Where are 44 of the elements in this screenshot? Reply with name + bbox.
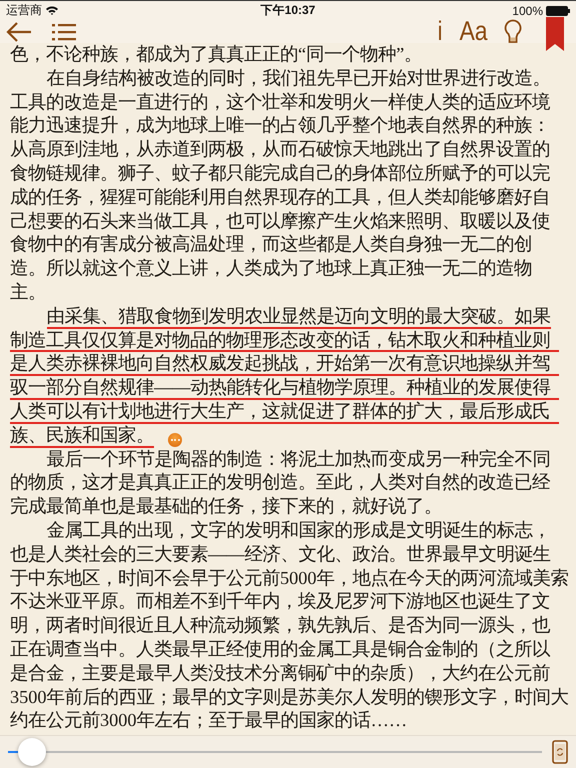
menu-button[interactable] [52,22,76,40]
slider-thumb[interactable] [18,738,46,766]
text-line: 明，两者时间很近且人种流动频繁，孰先孰后、是否为同一源头，也 [10,614,550,638]
text-line: 成的任务，猩猩可能能利用自然界现存的工具，但人类却能够磨好自 [10,186,550,209]
rotation-lock-icon[interactable] [552,740,568,764]
highlighted-line: 族、民族和国家。 [10,424,154,448]
text-line: 工具的改造是一直进行的，这个壮举和发明火一样使人类的适应环境 [10,90,550,114]
highlighted-line: 由采集、猎取食物到发明农业显然是迈向文明的最大突破。如果 [10,304,551,329]
note-icon[interactable] [168,432,182,447]
text-line: 最后一个环节是陶器的制造：将泥土加热而变成另一种完全不同 [46,448,551,471]
font-button[interactable]: Aa [459,20,488,43]
text-line: 金属工具的出现，文字的发明和国家的形成是文明诞生的标志， [46,518,551,542]
battery-icon [546,6,570,16]
text-line: 从高原到洼地，从赤道到两极，从而石破惊天地跳出了自然界设置的 [10,138,550,162]
text-line: 3500年前后的西亚；最早的文字则是苏美尔人发明的锲形文字，时间大 [10,686,569,709]
text-line: 在自身结构被改造的同时，我们祖先早已开始对世界进行改造。 [46,66,551,90]
text-line: 不达米亚平原。而相差不到千年内，埃及尼罗河下游地区也诞生了文 [10,590,550,614]
bookmark-icon[interactable] [546,17,564,51]
highlighted-line: 驭一部分自然规律——动热能转化与植物学原理。种植业的发展使得 [10,376,559,400]
wifi-icon [46,6,58,15]
text-line: 也是人类社会的三大要素——经济、文化、政治。世界最早文明诞生 [10,542,551,566]
text-line: 能力迅速提升，成为地球上唯一的占领几乎整个地表自然界的种族： [10,114,550,138]
back-button[interactable] [6,22,32,42]
clock: 下午10:37 [260,3,316,17]
text-line: 主。 [10,280,46,304]
text-line: 色，不论种族，都成为了真真正正的“同一个物种”。 [10,43,422,66]
highlighted-line: 是人类赤裸裸地向自然权威发起挑战，开始第一次有意识地操纵并驾 [10,352,559,376]
info-button[interactable]: i [438,20,442,43]
text-line: 是合金，主要是最早人类没技术分离铜矿中的杂质），大约在公元前 [10,662,550,685]
text-line: 的物质，这才是真真正正的发明创造。至此，人类对自然的改造已经 [10,471,550,494]
text-line: 己想要的石头来当做工具，也可以摩擦产生火焰来照明、取暖以及使 [10,210,550,233]
brightness-button[interactable] [504,18,522,44]
text-line: 食物中的有害成分被高温处理，而这些都是人类自身独一无二的创 [10,233,532,256]
progress-slider[interactable] [8,738,542,766]
text-line: 于中东地区，时间不会早于公元前5000年，地点在今天的两河流域美索 [10,566,569,590]
text-line: 完成最简单也是最基础的任务，接下来的，就好说了。 [10,495,442,518]
carrier-name: 运营商 [6,2,42,19]
text-line: 食物链规律。狮子、蚊子都只能完成自己的身体部位所赋予的可以完 [10,162,550,185]
highlighted-line: 制造工具仅仅算是对物品的物理形态改变的话，钻木取火和种植业则 [10,328,559,352]
highlighted-line: 人类可以有计划地进行大生产，这就促进了群体的扩大，最后形成氏 [10,400,559,424]
battery-percent: 100% [512,4,543,18]
text-line: 造。所以就这个意义上讲，人类成为了地球上真正独一无二的造物 [10,257,532,280]
text-line: 约在公元前3000年左右；至于最早的国家的话…… [10,709,408,732]
text-line: 正在调查当中。人类最早正经使用的金属工具是铜合金制的（之所以 [10,638,550,661]
